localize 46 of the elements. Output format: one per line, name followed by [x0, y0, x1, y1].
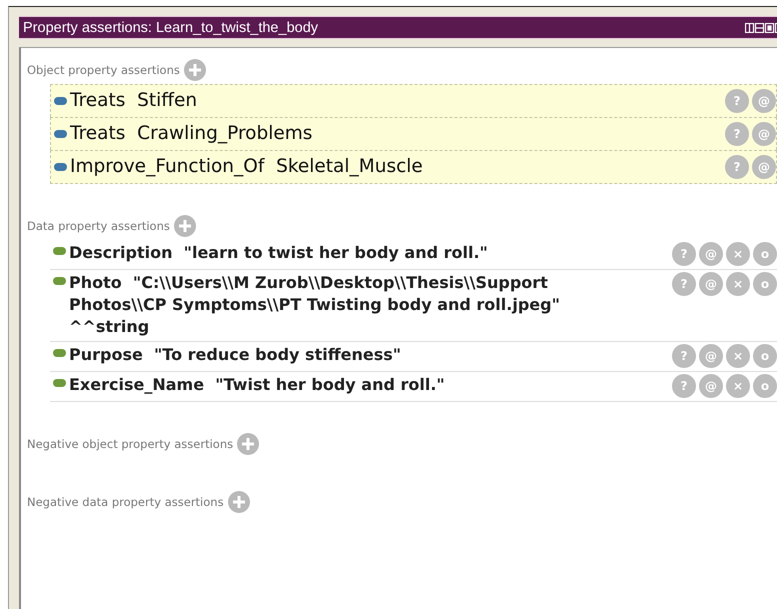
assertion-text[interactable]: Photo "C:\\Users\\M Zurob\\Desktop\\Thesis\\Support Photos\\CP Symptoms\\PT Twisting body and roll.jpeg" ^^string: [69, 272, 637, 338]
row-action-button[interactable]: ?: [725, 89, 749, 113]
section-label: Negative data property assertions: [27, 495, 224, 509]
assertion-text[interactable]: Treats Crawling_Problems: [70, 124, 725, 144]
row-action-button[interactable]: ?: [672, 344, 696, 368]
add-icon[interactable]: [228, 491, 250, 513]
property-marker-icon: [54, 130, 67, 138]
add-icon[interactable]: [237, 433, 260, 455]
row-action-button[interactable]: @: [699, 344, 723, 368]
property-marker-icon: [53, 247, 66, 255]
row-action-button[interactable]: o: [753, 272, 777, 296]
row-action-button[interactable]: @: [699, 374, 723, 398]
row-action-button[interactable]: @: [752, 155, 776, 179]
property-marker-icon: [53, 379, 66, 387]
add-icon[interactable]: [174, 215, 196, 237]
property-marker-icon: [53, 349, 66, 357]
section-label: Object property assertions: [27, 63, 180, 77]
assertion-text[interactable]: Treats Stiffen: [70, 91, 725, 111]
assertion-text[interactable]: Improve_Function_Of Skeletal_Muscle: [70, 157, 725, 177]
assertion-text[interactable]: Exercise_Name "Twist her body and roll.": [69, 374, 637, 396]
window-title: Property assertions: Learn_to_twist_the_body: [23, 20, 318, 36]
row-action-button[interactable]: ×: [726, 242, 750, 266]
assertion-text[interactable]: Description "learn to twist her body and roll.": [69, 242, 637, 264]
row-action-button[interactable]: @: [699, 272, 723, 296]
add-icon[interactable]: [184, 59, 206, 81]
row-action-button[interactable]: ?: [672, 242, 696, 266]
assertion-text[interactable]: Purpose "To reduce body stiffeness": [69, 344, 637, 366]
property-marker-icon: [54, 163, 67, 171]
row-action-button[interactable]: o: [753, 344, 777, 368]
property-marker-icon: [54, 97, 67, 105]
section-label: Negative object property assertions: [27, 437, 234, 451]
row-action-button[interactable]: ?: [672, 272, 696, 296]
row-action-button[interactable]: ×: [726, 344, 750, 368]
row-action-button[interactable]: ×: [726, 374, 750, 398]
row-action-button[interactable]: o: [753, 374, 777, 398]
row-action-button[interactable]: ?: [725, 122, 749, 146]
row-action-button[interactable]: @: [752, 89, 776, 113]
row-action-button[interactable]: @: [699, 242, 723, 266]
row-action-button[interactable]: @: [752, 122, 776, 146]
row-action-button[interactable]: o: [753, 242, 777, 266]
row-action-button[interactable]: ?: [672, 374, 696, 398]
section-label: Data property assertions: [27, 219, 170, 233]
row-action-button[interactable]: ?: [725, 155, 749, 179]
row-action-button[interactable]: ×: [726, 272, 750, 296]
window-controls-icon[interactable]: [745, 22, 777, 32]
property-marker-icon: [53, 277, 66, 285]
